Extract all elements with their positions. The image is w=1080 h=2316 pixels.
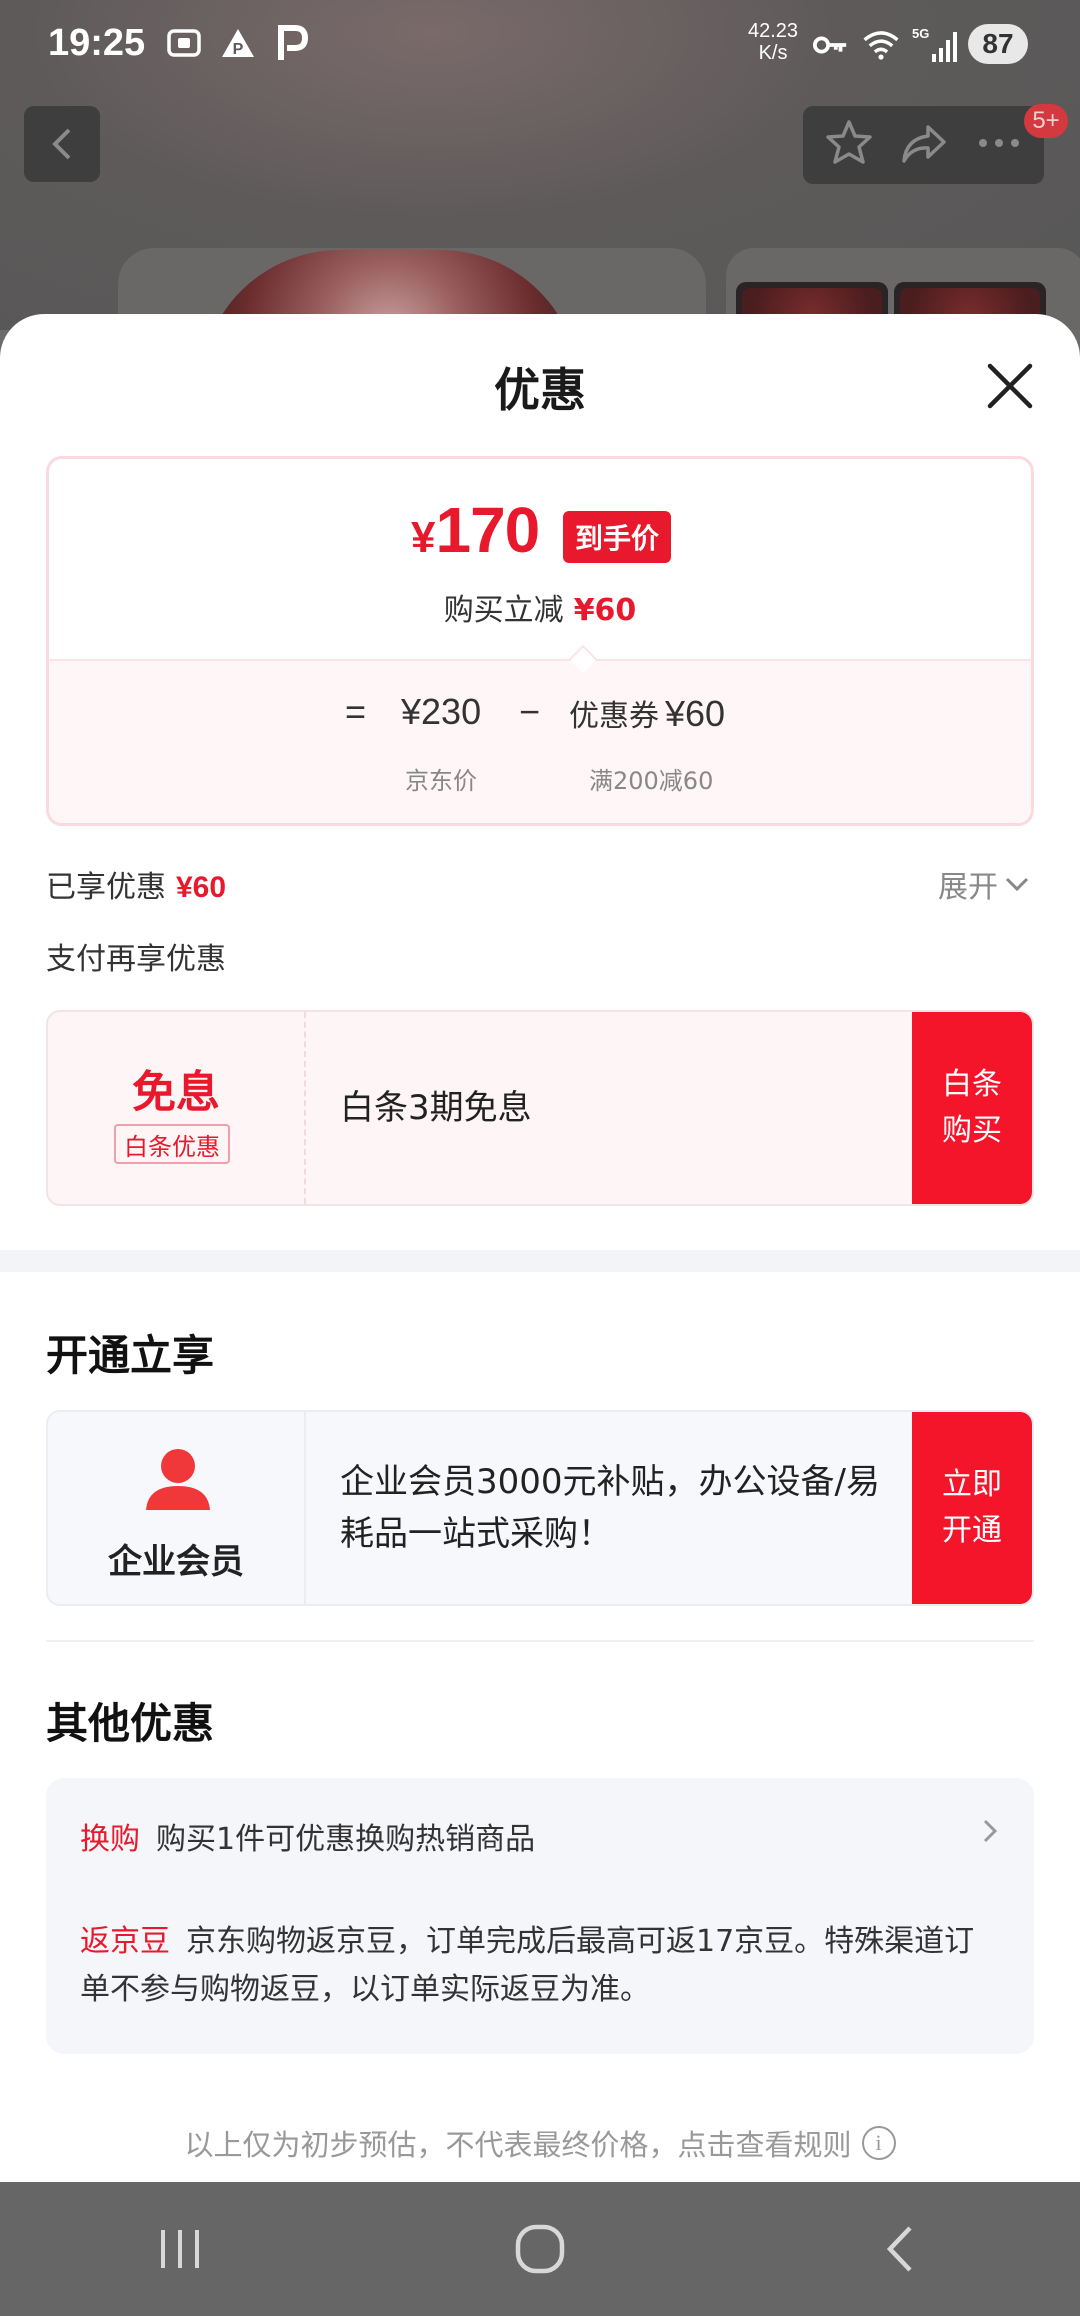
sheet-title: 优惠 bbox=[494, 363, 586, 417]
message-badge: 5+ bbox=[1024, 104, 1068, 138]
recents-icon bbox=[161, 2230, 199, 2268]
bean-tag: 返京豆 bbox=[80, 1924, 170, 1959]
battery-indicator: 87 bbox=[968, 24, 1028, 64]
interest-free-title: 免息 bbox=[132, 1067, 220, 1118]
top-action-group bbox=[803, 106, 1044, 184]
swap-text: 购买1件可优惠换购热销商品 bbox=[156, 1822, 536, 1857]
close-button[interactable] bbox=[980, 356, 1040, 416]
open-section-title: 开通立享 bbox=[46, 1331, 215, 1380]
close-icon bbox=[987, 363, 1033, 409]
key-icon bbox=[812, 26, 850, 64]
other-section-title: 其他优惠 bbox=[46, 1699, 215, 1748]
wifi-icon bbox=[862, 26, 900, 64]
baitiao-offer-card: 免息 白条优惠 白条3期免息 白条 购买 bbox=[46, 1010, 1034, 1206]
final-price-tag: 到手价 bbox=[563, 511, 672, 563]
pay-more-label: 支付再享优惠 bbox=[46, 942, 226, 977]
home-icon bbox=[515, 2224, 565, 2274]
final-price: ¥ 170 bbox=[411, 494, 540, 566]
bean-text: 京东购物返京豆，订单完成后最高可返17京豆。特殊渠道订单不参与购物返豆，以订单实… bbox=[80, 1924, 975, 2007]
divider bbox=[46, 1640, 1034, 1642]
instant-discount: 购买立减 ¥60 bbox=[443, 593, 637, 628]
jd-price: ¥230 bbox=[401, 691, 482, 732]
swap-tag: 换购 bbox=[80, 1822, 140, 1857]
swap-offer-row[interactable]: 换购 购买1件可优惠换购热销商品 bbox=[80, 1814, 1000, 1858]
parking-icon bbox=[273, 24, 311, 62]
status-time: 19:25 bbox=[48, 22, 146, 64]
person-icon bbox=[146, 1449, 210, 1510]
share-icon[interactable] bbox=[898, 117, 950, 173]
chevron-down-icon bbox=[1005, 877, 1029, 892]
open-now-button[interactable]: 立即 开通 bbox=[912, 1412, 1032, 1604]
back-arrow-icon bbox=[52, 128, 71, 160]
price-breakdown-card: ¥ 170 到手价 购买立减 ¥60 = ¥230 − 优惠券 ¥60 京东价 满2… bbox=[46, 456, 1034, 826]
info-icon: i bbox=[861, 2126, 896, 2160]
chevron-right-icon bbox=[983, 1819, 998, 1843]
more-icon[interactable] bbox=[973, 117, 1025, 173]
section-divider bbox=[0, 1250, 1080, 1272]
svg-text:5G: 5G bbox=[912, 26, 929, 41]
back-icon bbox=[886, 2226, 912, 2272]
enterprise-member-card: 企业会员 企业会员3000元补贴，办公设备/易耗品一站式采购！ 立即 开通 bbox=[46, 1410, 1034, 1606]
price-formula: = ¥230 − 优惠券 ¥60 bbox=[345, 691, 726, 734]
baitiao-buy-button[interactable]: 白条 购买 bbox=[912, 1012, 1032, 1204]
expand-button[interactable]: 展开 bbox=[938, 862, 1030, 906]
status-bar: 19:25 P 42.23 K/s 5G 87 bbox=[0, 0, 1080, 90]
alert-icon: P bbox=[219, 24, 257, 62]
back-button[interactable] bbox=[24, 106, 100, 182]
member-description: 企业会员3000元补贴，办公设备/易耗品一站式采购！ bbox=[340, 1462, 880, 1554]
member-name: 企业会员 bbox=[108, 1542, 244, 1582]
disclaimer-link[interactable]: 以上仅为初步预估，不代表最终价格，点击查看规则 i bbox=[0, 2122, 1080, 2164]
recents-button[interactable] bbox=[120, 2199, 240, 2299]
baitiao-description: 白条3期免息 bbox=[340, 1088, 532, 1128]
baitiao-tag: 白条优惠 bbox=[114, 1124, 230, 1164]
coupon-amount: 优惠券 ¥60 bbox=[569, 693, 726, 734]
system-nav-bar bbox=[0, 2182, 1080, 2316]
svg-text:P: P bbox=[233, 41, 244, 58]
home-button[interactable] bbox=[480, 2199, 600, 2299]
jd-price-caption: 京东价 bbox=[405, 767, 477, 795]
jd-bean-row: 返京豆 京东购物返京豆，订单完成后最高可返17京豆。特殊渠道订单不参与购物返豆，以… bbox=[80, 1918, 1000, 2014]
coupon-caption: 满200减60 bbox=[589, 767, 714, 795]
nav-back-button[interactable] bbox=[840, 2199, 960, 2299]
discount-sheet: 优惠 ¥ 170 到手价 购买立减 ¥60 = ¥230 − 优惠券 ¥60 京东价… bbox=[0, 314, 1080, 2182]
network-speed: 42.23 K/s bbox=[748, 20, 799, 64]
signal-icon: 5G bbox=[912, 26, 958, 64]
screenshot-icon bbox=[165, 24, 203, 62]
enjoyed-discount: 已享优惠 ¥60 bbox=[46, 870, 227, 905]
star-icon[interactable] bbox=[823, 117, 875, 173]
other-offers-box: 换购 购买1件可优惠换购热销商品 返京豆 京东购物返京豆，订单完成后最高可返17京… bbox=[46, 1778, 1034, 2054]
